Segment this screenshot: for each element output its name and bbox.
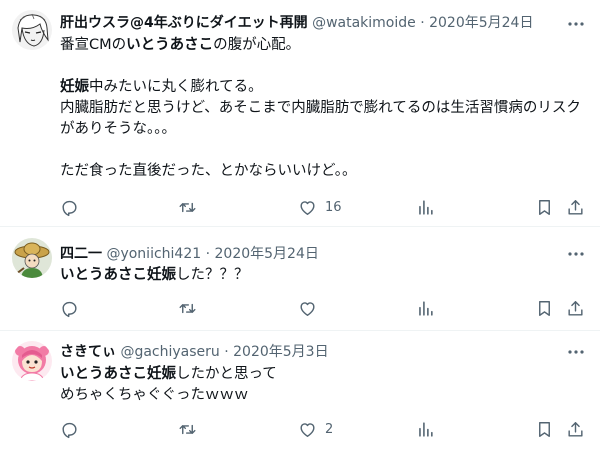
- retweet-icon: [179, 424, 196, 434]
- bookmark-icon: [539, 421, 550, 437]
- highlighted-keyword: いとうあさこ: [126, 37, 214, 53]
- more-options-icon[interactable]: [566, 14, 586, 34]
- user-handle[interactable]: @watakimoide: [312, 15, 416, 31]
- bookmark-button[interactable]: [535, 419, 554, 439]
- tweet-header: さきてぃ @gachiyaseru · 2020年5月3日: [60, 342, 329, 362]
- like-count: 2: [325, 421, 334, 437]
- retweet-icon: [179, 202, 196, 212]
- tweet-text: いとうあさこ妊娠した？？？: [60, 265, 590, 286]
- views-button[interactable]: [416, 419, 435, 439]
- user-handle[interactable]: @yoniichi421: [106, 246, 201, 262]
- pink-hair-girl-avatar-icon[interactable]: [12, 341, 52, 381]
- tweet-actions: [0, 298, 600, 318]
- retweet-button[interactable]: [178, 419, 197, 439]
- more-options-icon[interactable]: [566, 244, 586, 264]
- views-icon: [419, 300, 433, 316]
- tweet-text: 番宣CMのいとうあさこの腹が心配。 妊娠中みたいに丸く膨れてる。 内臓脂肪だと思…: [60, 35, 590, 182]
- tweet-text-segment: した？？？: [176, 267, 249, 283]
- bookmark-button[interactable]: [535, 298, 554, 318]
- separator-dot: ·: [420, 15, 425, 31]
- tweet-text-segment: の腹が心配。: [213, 37, 301, 53]
- like-icon: [300, 422, 315, 437]
- views-button[interactable]: [416, 197, 435, 217]
- highlighted-keyword: 妊娠: [147, 267, 176, 283]
- tweet-header: 四二一 @yoniichi421 · 2020年5月24日: [60, 244, 319, 264]
- share-icon: [568, 300, 583, 316]
- share-icon: [568, 199, 583, 215]
- reply-icon: [62, 200, 77, 216]
- tweet[interactable]: 肝出ウスラ@4年ぶりにダイエット再開 @watakimoide · 2020年5…: [0, 0, 600, 227]
- like-icon: [300, 200, 315, 215]
- highlighted-keyword: 妊娠: [60, 79, 89, 95]
- like-icon: [300, 301, 315, 316]
- reply-button[interactable]: [60, 197, 79, 217]
- display-name[interactable]: さきてぃ: [60, 344, 116, 360]
- separator-dot: ·: [224, 344, 229, 360]
- views-button[interactable]: [416, 298, 435, 318]
- like-count: 16: [325, 199, 342, 215]
- more-options-icon[interactable]: [566, 342, 586, 362]
- like-button[interactable]: [298, 298, 317, 318]
- display-name[interactable]: 四二一: [60, 246, 102, 262]
- tweet-date[interactable]: 2020年5月3日: [233, 344, 328, 360]
- like-button[interactable]: 2: [298, 419, 333, 439]
- share-button[interactable]: [566, 298, 585, 318]
- retweet-button[interactable]: [178, 298, 197, 318]
- tweet[interactable]: 四二一 @yoniichi421 · 2020年5月24日 いとうあさこ妊娠した…: [0, 227, 600, 331]
- tweet-text-segment: 中みたいに丸く膨れてる。 内臓脂肪だと思うけど、あそこまで内臓脂肪で膨れてるのは…: [60, 79, 581, 179]
- reply-icon: [62, 301, 77, 317]
- retweet-button[interactable]: [178, 197, 197, 217]
- tweet-text: いとうあさこ妊娠したかと思って めちゃくちゃぐぐったｗｗｗ: [60, 364, 590, 406]
- bookmark-button[interactable]: [535, 197, 554, 217]
- share-icon: [568, 421, 583, 437]
- views-icon: [419, 421, 433, 437]
- highlighted-keyword: 妊娠: [147, 366, 176, 382]
- bookmark-icon: [539, 300, 550, 316]
- share-button[interactable]: [566, 419, 585, 439]
- tweet[interactable]: さきてぃ @gachiyaseru · 2020年5月3日 いとうあさこ妊娠した…: [0, 331, 600, 459]
- reply-icon: [62, 422, 77, 438]
- user-handle[interactable]: @gachiyaseru: [120, 344, 219, 360]
- tweet-date[interactable]: 2020年5月24日: [429, 15, 533, 31]
- tweet-header: 肝出ウスラ@4年ぶりにダイエット再開 @watakimoide · 2020年5…: [60, 13, 533, 33]
- tweet-actions: 2: [0, 419, 600, 439]
- highlighted-keyword: いとうあさこ: [60, 366, 147, 382]
- separator-dot: ·: [205, 246, 211, 262]
- tweet-date[interactable]: 2020年5月24日: [215, 246, 319, 262]
- straw-hat-character-avatar-icon[interactable]: [12, 238, 52, 278]
- bookmark-icon: [539, 199, 550, 215]
- reply-button[interactable]: [60, 419, 79, 439]
- tweet-actions: 16: [0, 197, 600, 217]
- highlighted-keyword: いとうあさこ: [60, 267, 147, 283]
- share-button[interactable]: [566, 197, 585, 217]
- reply-button[interactable]: [60, 298, 79, 318]
- tweet-text-segment: 番宣CMの: [60, 37, 127, 53]
- sketch-face-avatar-icon[interactable]: [12, 10, 52, 50]
- display-name[interactable]: 肝出ウスラ@4年ぶりにダイエット再開: [60, 15, 308, 31]
- views-icon: [419, 199, 433, 215]
- like-button[interactable]: 16: [298, 197, 342, 217]
- retweet-icon: [179, 303, 196, 313]
